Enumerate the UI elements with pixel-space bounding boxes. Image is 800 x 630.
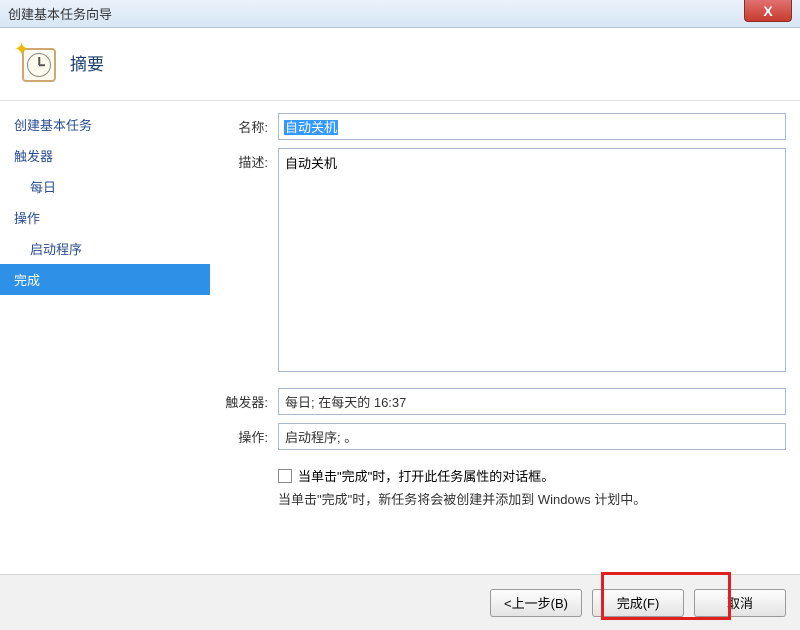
wizard-steps-sidebar: 创建基本任务 触发器 每日 操作 启动程序 完成 [0,101,210,574]
name-label: 名称: [210,113,268,136]
sidebar-item-start-program[interactable]: 启动程序 [0,233,210,264]
description-label: 描述: [210,148,268,171]
sidebar-item-trigger[interactable]: 触发器 [0,140,210,171]
action-value: 启动程序; 。 [285,430,357,445]
trigger-field: 每日; 在每天的 16:37 [278,388,786,415]
close-icon: X [763,3,772,19]
button-bar: <上一步(B) 完成(F) 取消 [0,574,800,630]
finish-note: 当单击"完成"时，新任务将会被创建并添加到 Windows 计划中。 [278,489,786,508]
wizard-header: ✦ 摘要 [0,28,800,101]
open-properties-label: 当单击"完成"时，打开此任务属性的对话框。 [298,466,554,485]
description-textarea[interactable]: 自动关机 [278,148,786,372]
cancel-button[interactable]: 取消 [694,589,786,617]
sidebar-item-create-task[interactable]: 创建基本任务 [0,109,210,140]
sidebar-item-finish[interactable]: 完成 [0,264,210,295]
titlebar: 创建基本任务向导 X [0,0,800,28]
name-value: 自动关机 [284,120,338,135]
task-wizard-icon: ✦ [16,42,56,82]
action-label: 操作: [210,423,268,446]
name-input[interactable]: 自动关机 [278,113,786,140]
open-properties-checkbox-row[interactable]: 当单击"完成"时，打开此任务属性的对话框。 [278,466,786,485]
trigger-label: 触发器: [210,388,268,411]
summary-panel: 名称: 自动关机 描述: 自动关机 触发器: 每日; 在每天的 16:37 操 [210,101,800,574]
trigger-value: 每日; 在每天的 16:37 [285,395,406,410]
sidebar-item-action[interactable]: 操作 [0,202,210,233]
action-field: 启动程序; 。 [278,423,786,450]
description-value: 自动关机 [285,156,337,171]
sidebar-item-daily[interactable]: 每日 [0,171,210,202]
wizard-window: 创建基本任务向导 X ✦ 摘要 创建基本任务 触发器 每日 操作 启动程序 完成 [0,0,800,630]
open-properties-checkbox[interactable] [278,469,292,483]
finish-button[interactable]: 完成(F) [592,589,684,617]
close-button[interactable]: X [744,0,792,22]
back-button[interactable]: <上一步(B) [490,589,582,617]
window-title: 创建基本任务向导 [8,4,112,23]
page-title: 摘要 [70,50,104,75]
wizard-body: 创建基本任务 触发器 每日 操作 启动程序 完成 名称: 自动关机 描述: 自动… [0,101,800,574]
